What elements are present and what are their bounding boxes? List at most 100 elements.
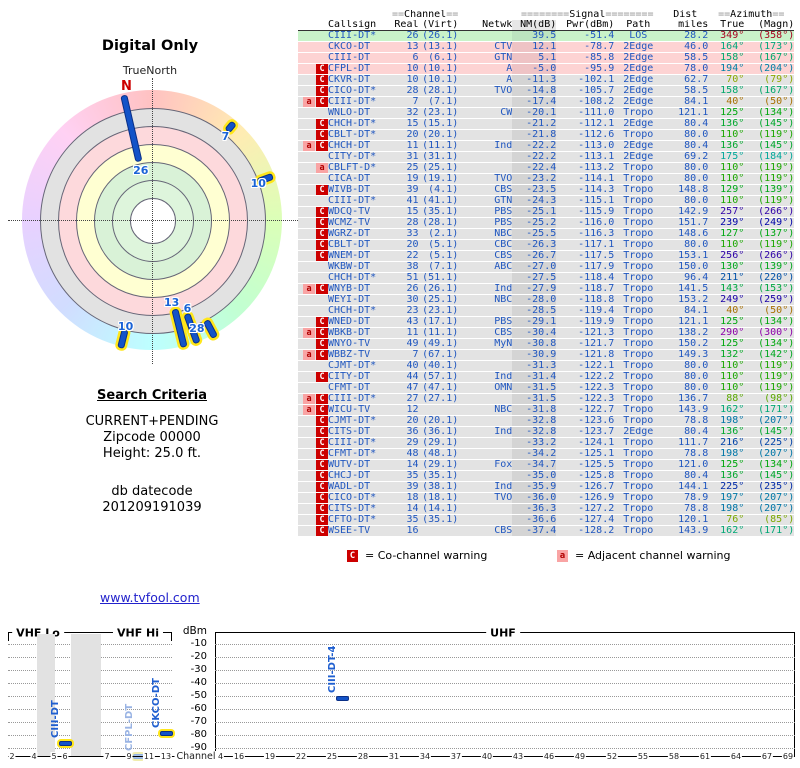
table-row: CHCH-DT* 51 (51.1) -27.5 -118.4 Tropo 96.4 211°… — [298, 273, 795, 284]
dbm-tick-label: -80 — [190, 729, 207, 740]
radar-channel-label: 7 — [221, 130, 230, 144]
channel-tick-64: 64 — [729, 752, 743, 761]
table-row: C CITY-DT 44 (57.1) Ind -31.4 -122.2 Tropo 80.0 1… — [298, 372, 795, 383]
co-channel-warning-icon: C — [316, 141, 328, 151]
channel-tick-52: 52 — [605, 752, 619, 761]
radar-channel-label: 10 — [250, 177, 266, 191]
table-group-header-row: ==Channel== ========Signal======== Dist … — [298, 10, 794, 20]
co-channel-warning-icon: C — [316, 251, 328, 261]
radar-channel-label: 13 — [163, 295, 180, 309]
adjacent-channel-warning-icon: a — [316, 163, 328, 173]
co-channel-warning-icon: C — [316, 471, 328, 481]
channel-tick-7: 7 — [103, 752, 111, 761]
signal-marker-label: CKCO-DT — [151, 678, 162, 729]
co-channel-warning-icon: C — [316, 328, 328, 338]
signal-marker-CIII-DT-4 — [335, 695, 349, 701]
dbm-tick-label: -10 — [190, 638, 207, 649]
co-channel-warning-icon: C — [316, 405, 328, 415]
channel-tick-49: 49 — [573, 752, 587, 761]
co-channel-warning-icon: C — [316, 350, 328, 360]
vhf-hi-label: VHF Hi — [112, 626, 164, 640]
channel-tick-11: 11 — [142, 752, 156, 761]
table-row: C CHCJ-DT 35 (35.1) -35.0 -125.8 Tropo 80.4 136°… — [298, 471, 795, 482]
co-channel-warning-icon: C — [316, 317, 328, 327]
table-row: CHCH-DT* 23 (23.1) -28.5 -119.4 Tropo 84.1 40°(… — [298, 306, 795, 317]
table-row: C CITS-DT* 14 (14.1) -36.3 -127.2 Tropo 78.8 198… — [298, 504, 795, 515]
channel-tick-46: 46 — [542, 752, 556, 761]
co-channel-warning-icon: C — [316, 64, 328, 74]
channel-group-header: ==Channel== — [392, 10, 459, 20]
table-row: C WIVB-DT 39 (4.1) CBS -23.5 -114.3 Tropo 148.8 1… — [298, 185, 795, 196]
search-height: Height: 25.0 ft. — [102, 446, 202, 461]
co-channel-warning-icon: C — [316, 438, 328, 448]
channel-tick-19: 19 — [263, 752, 277, 761]
dbm-tick-label: -40 — [190, 677, 207, 688]
channel-tick-31: 31 — [387, 752, 401, 761]
col-pwr: Pwr(dBm) — [556, 20, 615, 31]
co-channel-warning-icon: C — [316, 526, 328, 536]
col-path: Path — [614, 20, 663, 31]
signal-marker-label: CIII-DT — [50, 699, 61, 738]
legend-adjacent-channel: a = Adjacent channel warning — [556, 549, 731, 562]
tvfool-link[interactable]: www.tvfool.com — [100, 590, 200, 605]
search-criteria-heading: Search Criteria — [97, 388, 207, 403]
table-row: C CHCH-DT* 15 (15.1) -21.2 -112.1 2Edge 80.4 136… — [298, 119, 795, 130]
co-channel-warning-icon: C — [316, 130, 328, 140]
table-row: C CICO-DT* 28 (28.1) TVO -14.8 -105.7 2Edge 58.5… — [298, 86, 795, 97]
radar-channel-label: 26 — [133, 164, 149, 178]
spectrum-gap-band — [71, 634, 101, 756]
table-row: C CBLT-DT* 20 (20.1) -21.8 -112.6 Tropo 80.0 110… — [298, 130, 795, 141]
channel-tick-5: 5 — [50, 752, 58, 761]
gridline-uhf — [215, 644, 795, 645]
co-channel-warning-text: = Co-channel warning — [365, 549, 488, 562]
channel-tick-61: 61 — [698, 752, 712, 761]
channel-axis-word: Channel — [174, 751, 218, 762]
table-row: a C WBKB-DT 11 (11.1) CBS -30.4 -121.3 Tropo 138.… — [298, 328, 795, 339]
table-row: a C WNYB-DT 26 (26.1) Ind -27.9 -118.7 Tropo 141.… — [298, 284, 795, 295]
channel-tick-67: 67 — [760, 752, 774, 761]
gridline-uhf — [215, 722, 795, 723]
channel-tick-55: 55 — [636, 752, 650, 761]
uhf-left-border — [215, 632, 216, 757]
gridline-uhf — [215, 748, 795, 749]
table-column-header-row: Callsign Real (Virt) Netwk NM(dB) Pwr(dB… — [298, 20, 795, 31]
co-channel-warning-icon: C — [316, 86, 328, 96]
channel-tick-13: 13 — [159, 752, 173, 761]
dbm-tick-label: -50 — [190, 690, 207, 701]
dbm-axis-label: dBm — [182, 625, 207, 637]
channel-tick-43: 43 — [511, 752, 525, 761]
search-criteria-panel: Search Criteria CURRENT+PENDING Zipcode … — [18, 388, 286, 516]
gridline-uhf — [215, 696, 795, 697]
table-row: C CFMT-DT* 48 (48.1) -34.2 -125.1 Tropo 78.8 198… — [298, 449, 795, 460]
col-miles: miles — [662, 20, 709, 31]
search-mode: CURRENT+PENDING — [85, 414, 219, 429]
gridline-uhf — [215, 657, 795, 658]
channel-tick-58: 58 — [667, 752, 681, 761]
table-row: WNLO-DT 32 (23.1) CW -20.1 -111.0 Tropo 121.1 12… — [298, 108, 795, 119]
dbm-tick-label: -60 — [190, 703, 207, 714]
co-channel-warning-icon: C — [316, 504, 328, 514]
channel-tick-69: 69 — [781, 752, 795, 761]
table-row: a C CHCH-DT 11 (11.1) Ind -22.2 -113.0 2Edge 80.4… — [298, 141, 795, 152]
co-channel-warning-icon: C — [316, 119, 328, 129]
radar-channel-label: 6 — [183, 301, 192, 315]
col-virt: (Virt) — [418, 20, 459, 31]
table-row: WEYI-DT 30 (25.1) NBC -28.0 -118.8 Tropo 153.2 2… — [298, 295, 795, 306]
signal-marker-label: CFPL-DT — [124, 703, 135, 751]
table-row: C CKVR-DT 10 (10.1) A -11.3 -102.1 2Edge 62.7 70°… — [298, 75, 795, 86]
co-channel-warning-icon: C — [316, 482, 328, 492]
col-callsign: Callsign — [328, 20, 392, 31]
signal-marker-label: CIII-DT-4 — [327, 645, 339, 693]
dbm-tick-label: -70 — [190, 716, 207, 727]
table-row: CIII-DT 6 (6.1) GTN 5.1 -85.8 2Edge 58.5 158° (16… — [298, 53, 795, 64]
co-channel-warning-icon: C — [316, 372, 328, 382]
gridline-uhf — [215, 670, 795, 671]
channel-tick-37: 37 — [449, 752, 463, 761]
radar-crosshair-horizontal — [8, 220, 298, 221]
dbm-tick-label: -20 — [190, 651, 207, 662]
table-row: C WNED-DT 43 (17.1) PBS -29.1 -119.9 Tropo 121.1… — [298, 317, 795, 328]
table-row: CIII-DT* 26 (26.1) 39.5 -51.4 LOS 28.2 349° (358… — [298, 31, 795, 42]
co-channel-warning-icon: C — [316, 185, 328, 195]
gridline-uhf — [215, 735, 795, 736]
radar-crosshair-vertical — [152, 78, 153, 364]
